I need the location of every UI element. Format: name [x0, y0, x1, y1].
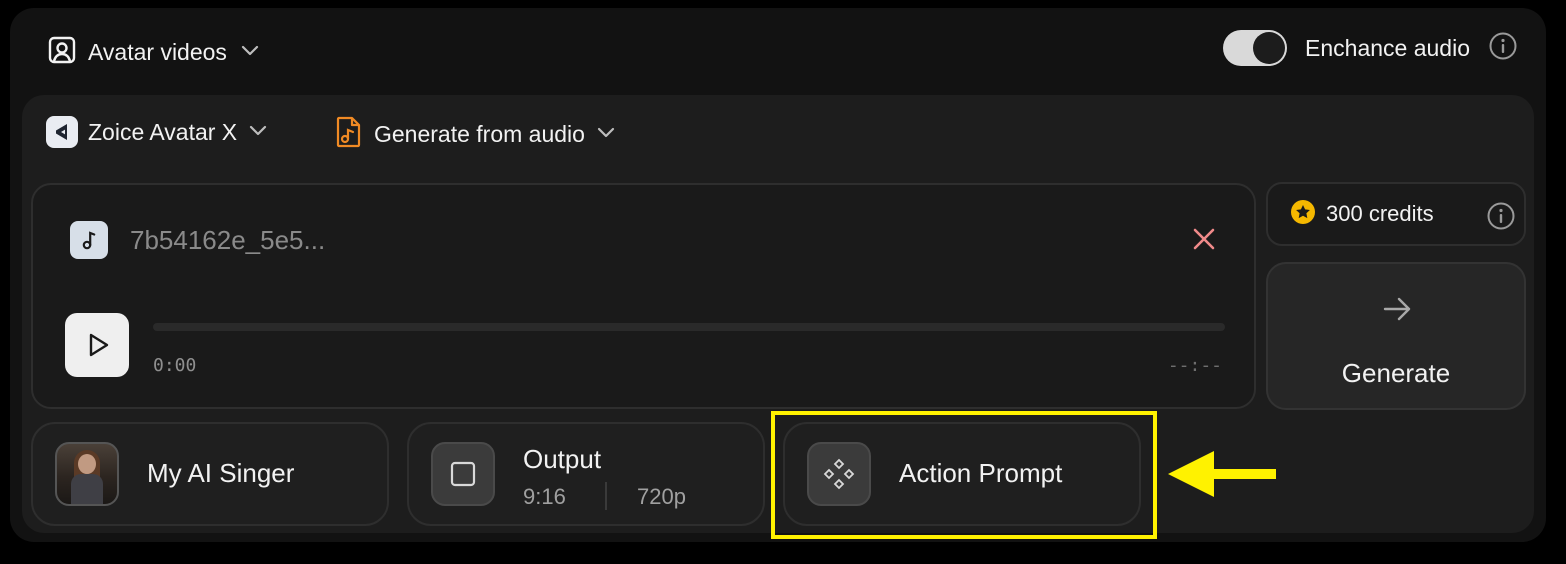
- pointer-arrow-icon: [1166, 448, 1278, 505]
- singer-card[interactable]: My AI Singer: [31, 422, 389, 526]
- source-dropdown[interactable]: Generate from audio: [334, 116, 617, 153]
- chevron-down-icon: [239, 39, 261, 66]
- mode-label: Avatar videos: [88, 39, 227, 65]
- user-square-icon: [48, 36, 76, 69]
- audio-filename: 7b54162e_5e5...: [130, 225, 326, 255]
- duration: --:--: [1167, 355, 1222, 376]
- chevron-down-icon: [595, 121, 617, 148]
- credits-label: 300 credits: [1326, 201, 1434, 226]
- mode-dropdown[interactable]: Avatar videos: [48, 36, 261, 69]
- close-icon: [1193, 228, 1215, 250]
- audio-player: 7b54162e_5e5... 0:00 --:--: [31, 183, 1256, 409]
- enhance-audio-control: Enchance audio: [1223, 30, 1518, 66]
- output-resolution: 720p: [637, 484, 686, 509]
- arrow-right-icon: [1380, 292, 1414, 331]
- generate-label: Generate: [1341, 358, 1451, 388]
- chevron-down-icon: [247, 119, 269, 146]
- music-note-icon: [70, 221, 108, 259]
- output-ratio: 9:16: [523, 484, 566, 509]
- credits-badge: 300 credits: [1266, 182, 1526, 246]
- info-icon[interactable]: [1486, 201, 1516, 236]
- star-icon: [1290, 199, 1316, 230]
- aspect-ratio-icon: [431, 442, 495, 506]
- source-label: Generate from audio: [374, 121, 585, 147]
- zoice-logo-icon: [46, 116, 78, 148]
- audio-seek-bar[interactable]: [153, 323, 1225, 331]
- singer-title: My AI Singer: [147, 458, 295, 488]
- play-icon: [89, 333, 109, 357]
- model-dropdown[interactable]: Zoice Avatar X: [46, 116, 269, 148]
- output-card[interactable]: Output 9:16 720p: [407, 422, 765, 526]
- avatar: [55, 442, 119, 506]
- output-title: Output: [523, 444, 602, 474]
- current-time: 0:00: [153, 355, 197, 376]
- highlight-box: [771, 411, 1157, 539]
- play-button[interactable]: [65, 313, 129, 377]
- generate-button[interactable]: Generate: [1266, 262, 1526, 410]
- toggle-knob: [1253, 32, 1286, 64]
- enhance-audio-label: Enchance audio: [1305, 34, 1470, 61]
- info-icon[interactable]: [1488, 31, 1518, 66]
- model-label: Zoice Avatar X: [88, 118, 238, 145]
- remove-audio-button[interactable]: [1190, 225, 1218, 253]
- enhance-audio-toggle[interactable]: [1223, 30, 1288, 66]
- divider: [605, 482, 607, 510]
- audio-file-icon: [334, 116, 364, 153]
